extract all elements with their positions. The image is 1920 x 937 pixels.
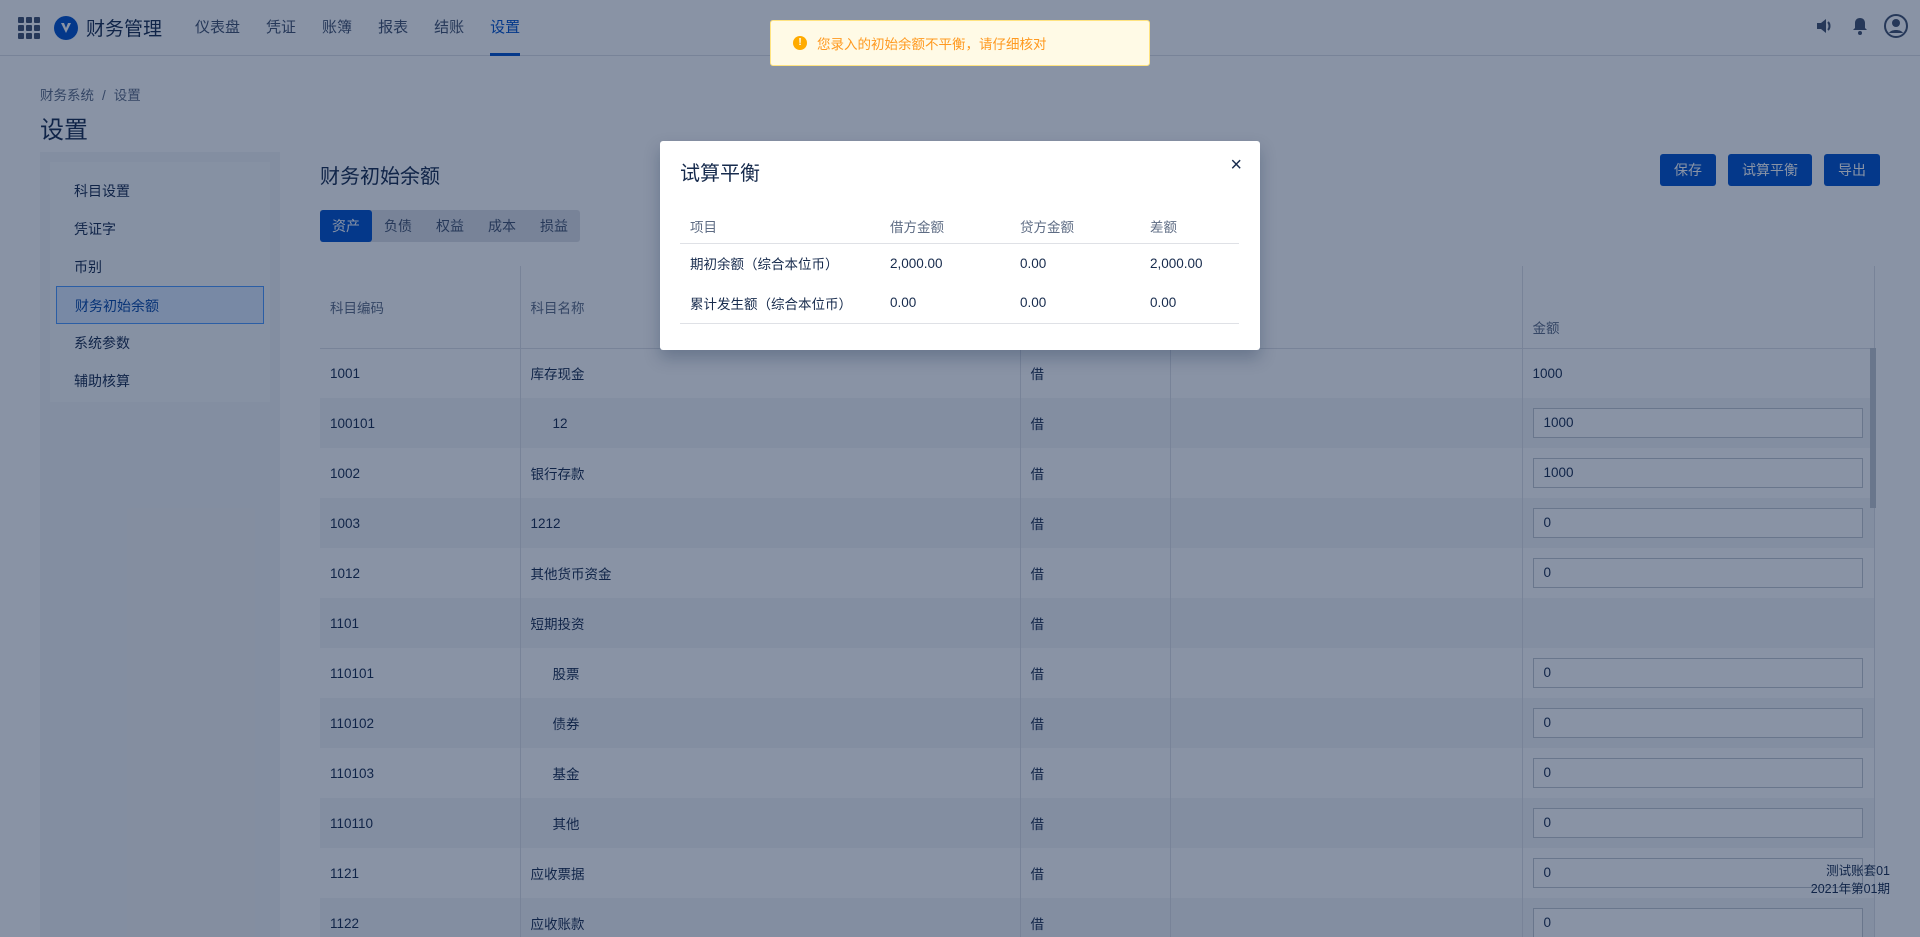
dialog-cell: 0.00 [1020, 255, 1047, 271]
dialog-title: 试算平衡 [680, 163, 760, 185]
warning-icon: ! [793, 36, 807, 50]
dialog-header-3: 差额 [1140, 209, 1239, 244]
trial-balance-dialog: 试算平衡 × 项目 借方金额 贷方金额 差额 期初余额（综合本位币） 2,000.00 0… [660, 141, 1260, 350]
dialog-cell: 2,000.00 [890, 255, 943, 271]
toast-message: 您录入的初始余额不平衡，请仔细核对 [817, 37, 1047, 52]
dialog-row: 累计发生额（综合本位币） 0.00 0.00 0.00 [680, 283, 1239, 324]
dialog-cell: 2,000.00 [1150, 255, 1203, 271]
dialog-cell: 期初余额（综合本位币） [690, 257, 839, 273]
dialog-cell: 0.00 [880, 283, 1010, 324]
dialog-row: 期初余额（综合本位币） 2,000.00 0.00 2,000.00 [680, 243, 1239, 283]
dialog-cell: 0.00 [1010, 283, 1140, 324]
dialog-cell: 累计发生额（综合本位币） [680, 283, 880, 324]
dialog-header-0: 项目 [680, 209, 880, 244]
trial-balance-table: 项目 借方金额 贷方金额 差额 期初余额（综合本位币） 2,000.00 0.00 2,00… [680, 209, 1239, 324]
dialog-cell: 0.00 [1140, 283, 1239, 324]
warning-toast: ! 您录入的初始余额不平衡，请仔细核对 [770, 20, 1150, 66]
dialog-header-1: 借方金额 [880, 209, 1010, 244]
close-icon[interactable]: × [1230, 153, 1242, 177]
dialog-header-2: 贷方金额 [1010, 209, 1140, 244]
